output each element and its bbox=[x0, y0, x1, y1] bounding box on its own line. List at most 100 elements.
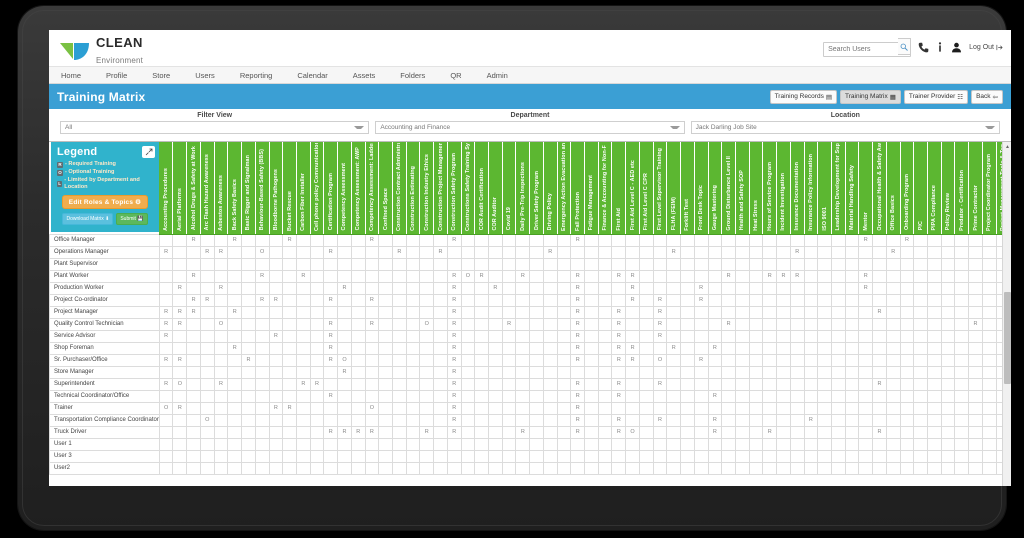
matrix-cell[interactable] bbox=[187, 438, 201, 450]
matrix-cell[interactable] bbox=[653, 402, 667, 414]
matrix-row-header[interactable]: User 1 bbox=[50, 438, 160, 450]
matrix-cell[interactable] bbox=[434, 234, 448, 246]
matrix-cell[interactable] bbox=[324, 414, 338, 426]
matrix-cell[interactable] bbox=[626, 450, 640, 462]
matrix-cell[interactable] bbox=[735, 390, 749, 402]
matrix-cell[interactable] bbox=[681, 450, 695, 462]
matrix-cell[interactable] bbox=[735, 294, 749, 306]
matrix-cell[interactable] bbox=[681, 462, 695, 474]
matrix-cell[interactable] bbox=[777, 294, 791, 306]
matrix-cell[interactable] bbox=[557, 342, 571, 354]
matrix-cell[interactable] bbox=[351, 306, 365, 318]
matrix-cell[interactable] bbox=[722, 234, 736, 246]
matrix-cell[interactable] bbox=[914, 390, 928, 402]
matrix-cell[interactable] bbox=[379, 462, 393, 474]
matrix-cell[interactable]: R bbox=[324, 318, 338, 330]
matrix-cell[interactable]: R bbox=[159, 354, 173, 366]
matrix-cell[interactable] bbox=[255, 414, 269, 426]
matrix-cell[interactable] bbox=[159, 366, 173, 378]
matrix-cell[interactable]: R bbox=[626, 342, 640, 354]
matrix-cell[interactable] bbox=[310, 354, 324, 366]
matrix-cell[interactable] bbox=[475, 258, 489, 270]
matrix-cell[interactable] bbox=[310, 390, 324, 402]
matrix-cell[interactable]: R bbox=[324, 354, 338, 366]
matrix-cell[interactable] bbox=[269, 438, 283, 450]
matrix-cell[interactable] bbox=[200, 366, 214, 378]
matrix-cell[interactable] bbox=[296, 246, 310, 258]
matrix-cell[interactable]: R bbox=[310, 378, 324, 390]
matrix-cell[interactable] bbox=[543, 414, 557, 426]
matrix-cell[interactable] bbox=[639, 390, 653, 402]
matrix-cell[interactable] bbox=[735, 306, 749, 318]
matrix-cell[interactable] bbox=[708, 246, 722, 258]
matrix-cell[interactable] bbox=[598, 258, 612, 270]
matrix-cell[interactable] bbox=[790, 354, 804, 366]
matrix-cell[interactable] bbox=[694, 234, 708, 246]
matrix-cell[interactable]: R bbox=[708, 390, 722, 402]
matrix-cell[interactable] bbox=[804, 270, 818, 282]
matrix-cell[interactable] bbox=[365, 258, 379, 270]
matrix-cell[interactable] bbox=[489, 402, 503, 414]
matrix-cell[interactable] bbox=[763, 414, 777, 426]
matrix-cell[interactable] bbox=[969, 378, 983, 390]
matrix-cell[interactable] bbox=[749, 342, 763, 354]
matrix-cell[interactable] bbox=[406, 270, 420, 282]
matrix-cell[interactable]: R bbox=[900, 234, 914, 246]
matrix-cell[interactable] bbox=[283, 354, 297, 366]
matrix-cell[interactable] bbox=[914, 426, 928, 438]
matrix-cell[interactable] bbox=[804, 402, 818, 414]
matrix-cell[interactable] bbox=[928, 306, 942, 318]
matrix-cell[interactable] bbox=[681, 438, 695, 450]
matrix-cell[interactable] bbox=[873, 246, 887, 258]
matrix-cell[interactable] bbox=[351, 438, 365, 450]
matrix-cell[interactable] bbox=[200, 306, 214, 318]
logout-button[interactable]: Log Out bbox=[969, 44, 1003, 51]
matrix-cell[interactable] bbox=[626, 258, 640, 270]
matrix-cell[interactable] bbox=[859, 306, 873, 318]
matrix-cell[interactable] bbox=[749, 318, 763, 330]
matrix-cell[interactable] bbox=[379, 354, 393, 366]
matrix-cell[interactable] bbox=[735, 378, 749, 390]
matrix-cell[interactable] bbox=[955, 426, 969, 438]
matrix-cell[interactable] bbox=[434, 402, 448, 414]
matrix-cell[interactable]: R bbox=[612, 270, 626, 282]
matrix-cell[interactable] bbox=[667, 426, 681, 438]
matrix-cell[interactable] bbox=[159, 270, 173, 282]
matrix-cell[interactable] bbox=[187, 366, 201, 378]
matrix-cell[interactable] bbox=[845, 342, 859, 354]
matrix-cell[interactable]: R bbox=[612, 378, 626, 390]
matrix-column-header[interactable]: Competency Assessment: AWP bbox=[351, 142, 365, 234]
filter-select[interactable]: All bbox=[60, 121, 369, 134]
matrix-row-header[interactable]: Plant Worker bbox=[50, 270, 160, 282]
matrix-cell[interactable] bbox=[667, 402, 681, 414]
matrix-column-header[interactable]: Behaviour-Based Safety (BBS) bbox=[255, 142, 269, 234]
matrix-cell[interactable] bbox=[392, 318, 406, 330]
matrix-cell[interactable]: R bbox=[159, 318, 173, 330]
matrix-cell[interactable] bbox=[722, 450, 736, 462]
matrix-cell[interactable] bbox=[859, 390, 873, 402]
matrix-cell[interactable] bbox=[667, 234, 681, 246]
matrix-cell[interactable]: R bbox=[392, 246, 406, 258]
matrix-cell[interactable]: R bbox=[447, 426, 461, 438]
matrix-cell[interactable] bbox=[804, 330, 818, 342]
matrix-cell[interactable] bbox=[886, 234, 900, 246]
matrix-cell[interactable] bbox=[310, 270, 324, 282]
matrix-cell[interactable] bbox=[516, 294, 530, 306]
matrix-cell[interactable]: R bbox=[626, 294, 640, 306]
matrix-cell[interactable] bbox=[283, 258, 297, 270]
matrix-cell[interactable] bbox=[694, 366, 708, 378]
matrix-cell[interactable]: R bbox=[722, 270, 736, 282]
matrix-column-header[interactable]: Occupational Health & Safety Aw bbox=[873, 142, 887, 234]
matrix-cell[interactable] bbox=[310, 246, 324, 258]
matrix-cell[interactable] bbox=[283, 306, 297, 318]
matrix-cell[interactable] bbox=[420, 450, 434, 462]
matrix-cell[interactable]: R bbox=[173, 318, 187, 330]
matrix-cell[interactable] bbox=[228, 318, 242, 330]
matrix-cell[interactable] bbox=[475, 294, 489, 306]
matrix-cell[interactable]: R bbox=[612, 426, 626, 438]
matrix-cell[interactable] bbox=[612, 246, 626, 258]
matrix-cell[interactable] bbox=[283, 294, 297, 306]
matrix-cell[interactable] bbox=[598, 402, 612, 414]
matrix-cell[interactable] bbox=[543, 258, 557, 270]
matrix-cell[interactable] bbox=[379, 258, 393, 270]
